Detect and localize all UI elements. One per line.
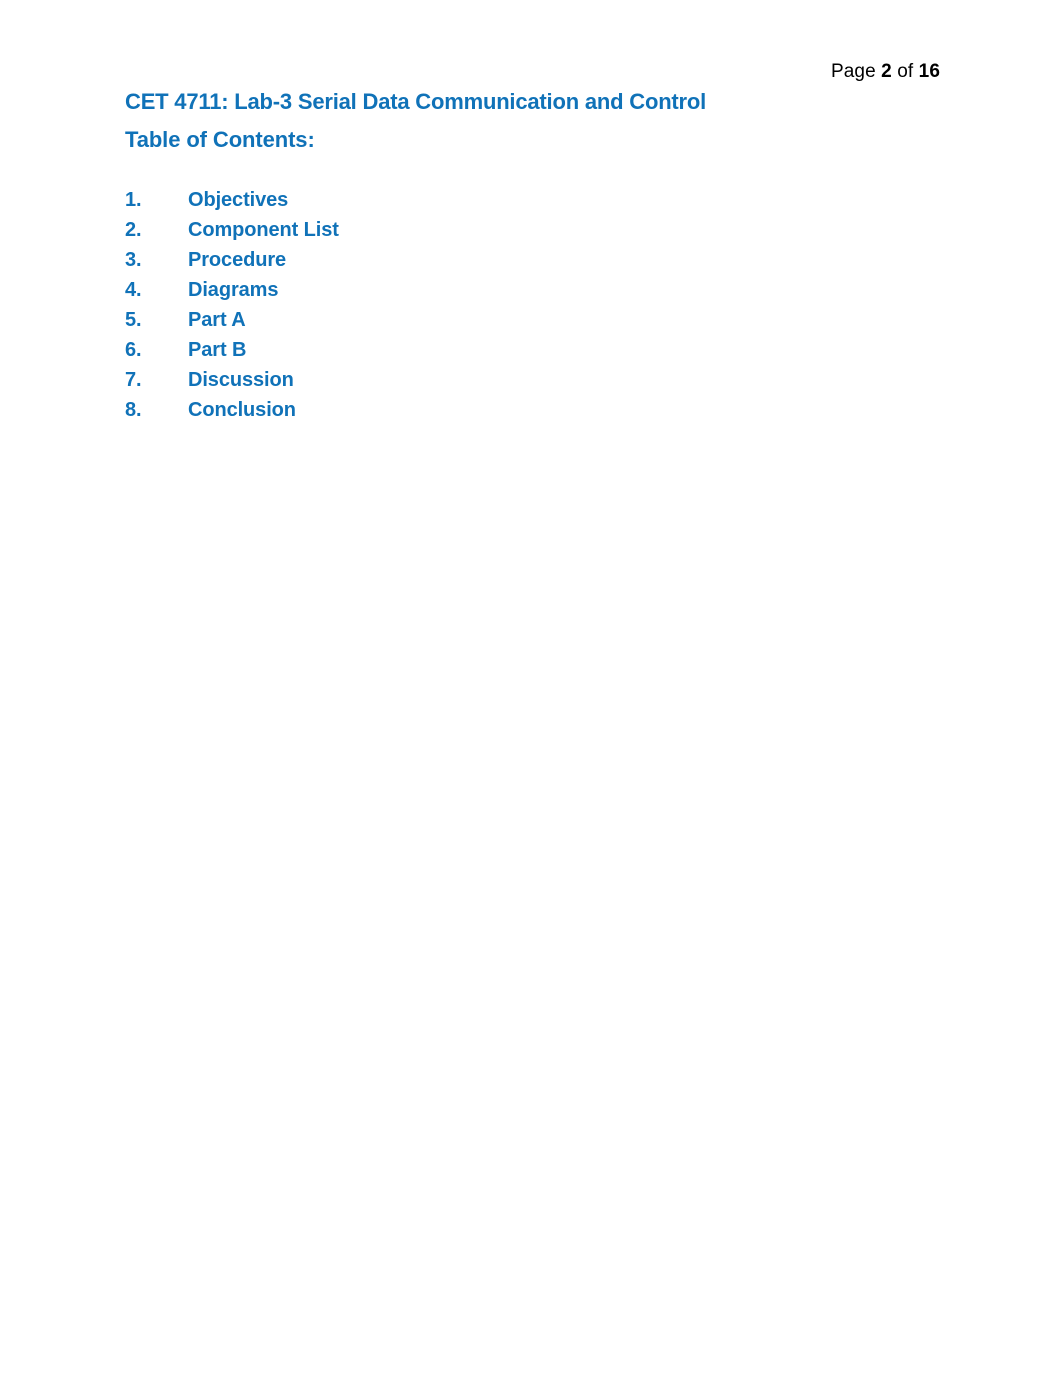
toc-entry-label: Conclusion (188, 399, 296, 421)
toc-entry-part-b[interactable]: 6. Part B (125, 335, 942, 365)
toc-entry-label: Diagrams (188, 279, 279, 301)
page-connector: of (897, 61, 914, 82)
current-page-number: 2 (881, 61, 892, 82)
toc-spacer (125, 154, 942, 185)
document-page: Page 2 of 16 CET 4711: Lab-3 Serial Data… (0, 0, 1062, 1376)
toc-entry-number: 3. (125, 249, 142, 271)
total-page-number: 16 (918, 61, 940, 82)
toc-entry-number: 4. (125, 279, 142, 301)
toc-entry-procedure[interactable]: 3. Procedure (125, 245, 942, 275)
toc-entry-component-list[interactable]: 2. Component List (125, 215, 942, 245)
toc-entry-number: 7. (125, 369, 142, 391)
page-number-header: Page 2 of 16 (0, 60, 940, 84)
document-content: CET 4711: Lab-3 Serial Data Communicatio… (125, 88, 942, 425)
page-label: Page (830, 61, 876, 82)
toc-entry-number: 5. (125, 309, 142, 331)
table-of-contents-heading: Table of Contents: (125, 127, 315, 152)
toc-entry-label: Part B (188, 339, 247, 361)
toc-entry-label: Procedure (188, 249, 287, 271)
toc-entry-label: Part A (188, 309, 246, 331)
toc-entry-objectives[interactable]: 1. Objectives (125, 185, 942, 215)
toc-entry-number: 6. (125, 339, 142, 361)
toc-entry-diagrams[interactable]: 4. Diagrams (125, 275, 942, 305)
toc-entry-conclusion[interactable]: 8. Conclusion (125, 395, 942, 425)
toc-entry-label: Component List (188, 219, 339, 241)
toc-entry-part-a[interactable]: 5. Part A (125, 305, 942, 335)
toc-entry-label: Objectives (188, 189, 289, 211)
toc-entry-number: 8. (125, 399, 142, 421)
toc-entry-label: Discussion (188, 369, 294, 391)
toc-entry-number: 2. (125, 219, 142, 241)
toc-entry-discussion[interactable]: 7. Discussion (125, 365, 942, 395)
table-of-contents-list: 1. Objectives 2. Component List 3. Proce… (125, 185, 942, 425)
document-title: CET 4711: Lab-3 Serial Data Communicatio… (125, 89, 707, 114)
toc-entry-number: 1. (125, 189, 142, 211)
